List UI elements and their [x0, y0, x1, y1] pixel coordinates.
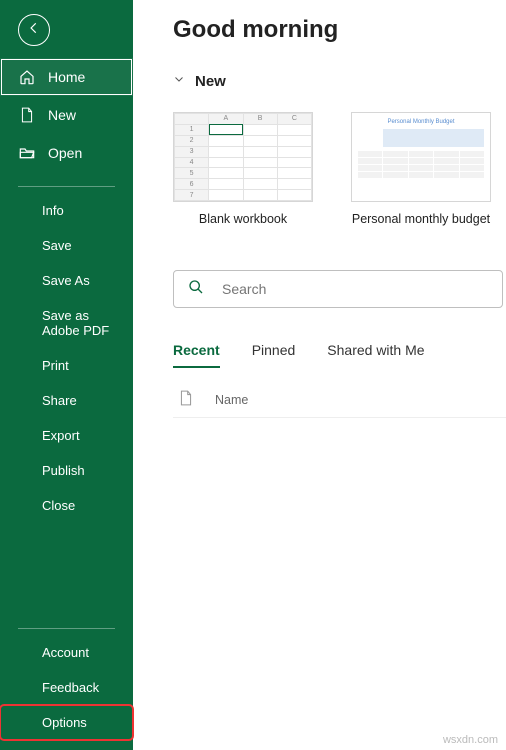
chevron-down-icon: [173, 72, 185, 90]
search-input[interactable]: [222, 281, 488, 297]
nav-save[interactable]: Save: [0, 228, 133, 263]
nav-home[interactable]: Home: [0, 58, 133, 96]
nav-label: Share: [42, 393, 77, 408]
nav-label: Home: [48, 69, 85, 85]
nav-label: Publish: [42, 463, 85, 478]
nav-publish[interactable]: Publish: [0, 453, 133, 488]
template-thumbnail: Personal Monthly Budget: [351, 112, 491, 202]
nav-label: Info: [42, 203, 64, 218]
nav-label: Print: [42, 358, 69, 373]
divider: [18, 186, 115, 187]
section-title: New: [195, 73, 226, 90]
tab-shared[interactable]: Shared with Me: [327, 342, 424, 368]
main-panel: Good morning New ABC 1 2 3 4 5 6 7 Blank…: [133, 0, 506, 750]
nav-feedback[interactable]: Feedback: [0, 670, 133, 705]
bottom-nav: Account Feedback Options: [0, 635, 133, 750]
nav-label: Feedback: [42, 680, 99, 695]
nav-label: Save: [42, 238, 72, 253]
nav-label: Export: [42, 428, 80, 443]
template-blank-workbook[interactable]: ABC 1 2 3 4 5 6 7 Blank workbook: [173, 112, 313, 226]
nav-options[interactable]: Options: [0, 705, 133, 740]
divider: [18, 628, 115, 629]
nav-label: Account: [42, 645, 89, 660]
backstage-sidebar: Home New Open Info Save Save As Save as …: [0, 0, 133, 750]
nav-label: Options: [42, 715, 87, 730]
arrow-left-icon: [27, 21, 41, 40]
folder-icon: [18, 144, 36, 162]
search-box[interactable]: [173, 270, 503, 308]
nav-account[interactable]: Account: [0, 635, 133, 670]
file-icon: [179, 390, 193, 409]
nav-save-as[interactable]: Save As: [0, 263, 133, 298]
primary-nav: Home New Open: [0, 54, 133, 172]
nav-label: New: [48, 107, 76, 123]
template-label: Blank workbook: [173, 212, 313, 226]
recent-tabs: Recent Pinned Shared with Me: [173, 342, 506, 368]
home-icon: [18, 68, 36, 86]
watermark: wsxdn.com: [443, 734, 498, 746]
nav-share[interactable]: Share: [0, 383, 133, 418]
template-thumbnail: ABC 1 2 3 4 5 6 7: [173, 112, 313, 202]
tab-recent[interactable]: Recent: [173, 342, 220, 368]
new-section-header[interactable]: New: [173, 72, 506, 90]
search-icon: [188, 279, 204, 300]
nav-export[interactable]: Export: [0, 418, 133, 453]
nav-print[interactable]: Print: [0, 348, 133, 383]
nav-save-adobe-pdf[interactable]: Save as Adobe PDF: [0, 298, 133, 348]
greeting-title: Good morning: [173, 16, 506, 44]
nav-open[interactable]: Open: [0, 134, 133, 172]
secondary-nav: Info Save Save As Save as Adobe PDF Prin…: [0, 193, 133, 523]
file-list-header: Name: [173, 390, 506, 418]
nav-new[interactable]: New: [0, 96, 133, 134]
nav-close[interactable]: Close: [0, 488, 133, 523]
template-label: Personal monthly budget: [351, 212, 491, 226]
template-list: ABC 1 2 3 4 5 6 7 Blank workbook Persona…: [173, 112, 506, 226]
nav-label: Save as Adobe PDF: [42, 308, 115, 338]
nav-info[interactable]: Info: [0, 193, 133, 228]
back-button[interactable]: [18, 14, 50, 46]
template-personal-budget[interactable]: Personal Monthly Budget Personal monthly…: [351, 112, 491, 226]
nav-label: Save As: [42, 273, 90, 288]
column-name: Name: [215, 393, 248, 407]
nav-label: Open: [48, 145, 82, 161]
nav-label: Close: [42, 498, 75, 513]
page-icon: [18, 106, 36, 124]
tab-pinned[interactable]: Pinned: [252, 342, 296, 368]
